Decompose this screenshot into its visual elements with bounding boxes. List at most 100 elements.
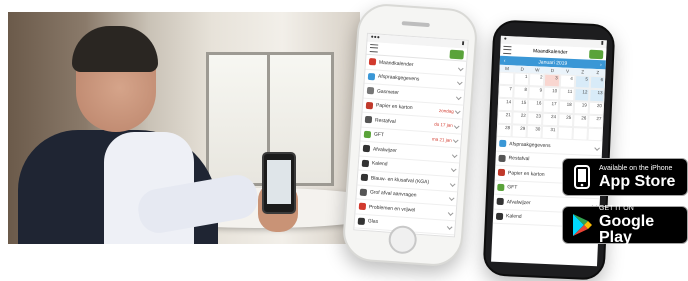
chevron-down-icon xyxy=(453,123,460,129)
calendar-grid: M D W D V Z Z 1 2 3 4 5 6 7 8 9 10 11 12 13 14 15 16 17 18 19 20 21… xyxy=(496,64,606,142)
hero-photo xyxy=(8,12,360,244)
chevron-down-icon xyxy=(455,94,462,100)
calendar-day[interactable]: 18 xyxy=(558,100,574,115)
person-hair xyxy=(72,26,158,72)
sofa-icon xyxy=(359,188,368,196)
calendar-icon xyxy=(368,58,377,66)
calendar-day[interactable]: 1 xyxy=(513,72,530,87)
calendar-day[interactable]: 4 xyxy=(559,74,575,89)
paper-icon xyxy=(365,101,374,110)
calendar-day[interactable] xyxy=(587,127,603,142)
calendar-day[interactable]: 17 xyxy=(543,99,559,114)
menu-row-label: Restafval xyxy=(374,117,396,125)
calendar-day[interactable]: 23 xyxy=(527,112,544,126)
menu-row-value: zondag xyxy=(438,107,454,114)
person-holding-phone xyxy=(18,26,298,244)
menu-list: Maandkalender Afspraakgegevens Gasmeter Pap… xyxy=(353,54,467,238)
google-play-small-text: GET IT ON xyxy=(599,204,634,212)
calendar2-icon xyxy=(495,212,504,220)
warning-icon xyxy=(358,202,367,211)
menu-row-value: ma 21 jan xyxy=(431,136,452,143)
pen-icon xyxy=(367,72,376,81)
calendar-day[interactable]: 19 xyxy=(573,101,589,115)
calendar-day[interactable]: 2 xyxy=(529,73,545,87)
menu-row-label: Afspraakgegevens xyxy=(377,73,420,83)
handheld-phone xyxy=(262,152,296,214)
chevron-down-icon xyxy=(451,152,458,158)
calendar-day[interactable]: 31 xyxy=(541,125,558,140)
meter-icon xyxy=(366,87,375,95)
iphone-speaker xyxy=(401,21,430,28)
app-store-badge[interactable]: Available on the iPhone App Store xyxy=(562,158,688,196)
calendar-day[interactable]: 28 xyxy=(496,123,513,138)
calendar-day[interactable]: 10 xyxy=(543,86,560,101)
recycle-icon xyxy=(496,198,504,206)
calendar-day[interactable]: 8 xyxy=(513,85,530,100)
phone-icon xyxy=(574,165,590,189)
app-logo xyxy=(449,49,465,60)
calendar-day[interactable]: 14 xyxy=(497,97,514,112)
calendar-day[interactable]: 27 xyxy=(587,114,604,129)
calendar-day[interactable]: 5 xyxy=(574,75,591,89)
chevron-down-icon xyxy=(452,137,459,144)
calendar-day[interactable]: 16 xyxy=(527,99,544,113)
calendar-day[interactable]: 7 xyxy=(498,84,514,99)
calendar-page-title: Maandkalender xyxy=(532,48,568,56)
calendar-day[interactable]: 29 xyxy=(511,124,528,139)
menu-row-label: Papier en karton xyxy=(375,102,413,112)
bin-icon xyxy=(364,116,373,124)
chevron-down-icon xyxy=(456,79,463,86)
play-icon xyxy=(573,214,592,236)
chevron-down-icon xyxy=(447,209,454,216)
menu-row-label: Afspraakgegevens xyxy=(509,141,551,149)
reuse-icon xyxy=(356,231,365,238)
calendar-day[interactable]: 30 xyxy=(526,125,543,139)
pen-icon xyxy=(499,140,507,148)
bin-icon xyxy=(498,154,506,162)
iphone-screen: ●●● ▮ Maandkalender Afspraakgegevens Gasmet… xyxy=(353,32,469,238)
leaf-icon xyxy=(497,183,505,191)
app-store-small-text: Available on the iPhone xyxy=(599,164,673,172)
app-logo xyxy=(589,49,604,59)
calendar-day[interactable] xyxy=(557,126,573,141)
calendar-day[interactable]: 20 xyxy=(588,101,605,116)
menu-row-label: Gasmeter xyxy=(376,88,400,96)
calendar-day[interactable]: 12 xyxy=(573,88,590,102)
app-store-big-text: App Store xyxy=(599,172,676,190)
chevron-down-icon xyxy=(450,166,457,173)
chevron-down-icon xyxy=(448,195,455,202)
calendar-day[interactable]: 21 xyxy=(497,110,513,125)
calendar-day[interactable]: 6 xyxy=(589,75,606,90)
calendar-day[interactable]: 15 xyxy=(512,98,529,113)
next-month-icon[interactable]: › xyxy=(600,62,602,68)
google-play-badge[interactable]: GET IT ON Google Play xyxy=(562,204,688,246)
chevron-down-icon xyxy=(449,181,456,187)
calendar2-icon xyxy=(361,159,370,167)
calendar-day[interactable]: 22 xyxy=(512,111,528,126)
calendar-day[interactable] xyxy=(498,71,515,86)
calendar-day[interactable]: 25 xyxy=(557,113,574,128)
menu-row-label: Grof afval aanvragen xyxy=(369,189,417,199)
calendar-day[interactable] xyxy=(572,127,588,141)
menu-row-label: Afvalwijzer xyxy=(372,146,397,154)
menu-icon[interactable] xyxy=(503,45,512,55)
google-play-big-text: Google Play xyxy=(599,212,655,246)
calendar-day[interactable]: 11 xyxy=(558,87,575,102)
chevron-down-icon xyxy=(446,224,453,231)
calendar-day[interactable]: 26 xyxy=(572,114,589,128)
calendar-day[interactable]: 24 xyxy=(542,112,559,127)
calendar-day[interactable]: 9 xyxy=(528,86,545,100)
calendar-day[interactable]: 13 xyxy=(588,88,605,103)
drum-icon xyxy=(360,173,369,182)
menu-icon[interactable] xyxy=(369,44,379,53)
menu-row-label: Maandkalender xyxy=(378,59,414,68)
menu-row-value: do 17 jan xyxy=(434,121,453,129)
calendar-day[interactable]: 3 xyxy=(544,73,560,88)
chevron-down-icon xyxy=(457,65,464,71)
iphone-mockup: ●●● ▮ Maandkalender Afspraakgegevens Gasmet… xyxy=(341,2,479,268)
prev-month-icon[interactable]: ‹ xyxy=(504,57,506,63)
chevron-down-icon xyxy=(594,145,600,151)
glass-icon xyxy=(357,217,366,225)
paper-icon xyxy=(497,169,506,177)
recycle-icon xyxy=(362,145,371,153)
